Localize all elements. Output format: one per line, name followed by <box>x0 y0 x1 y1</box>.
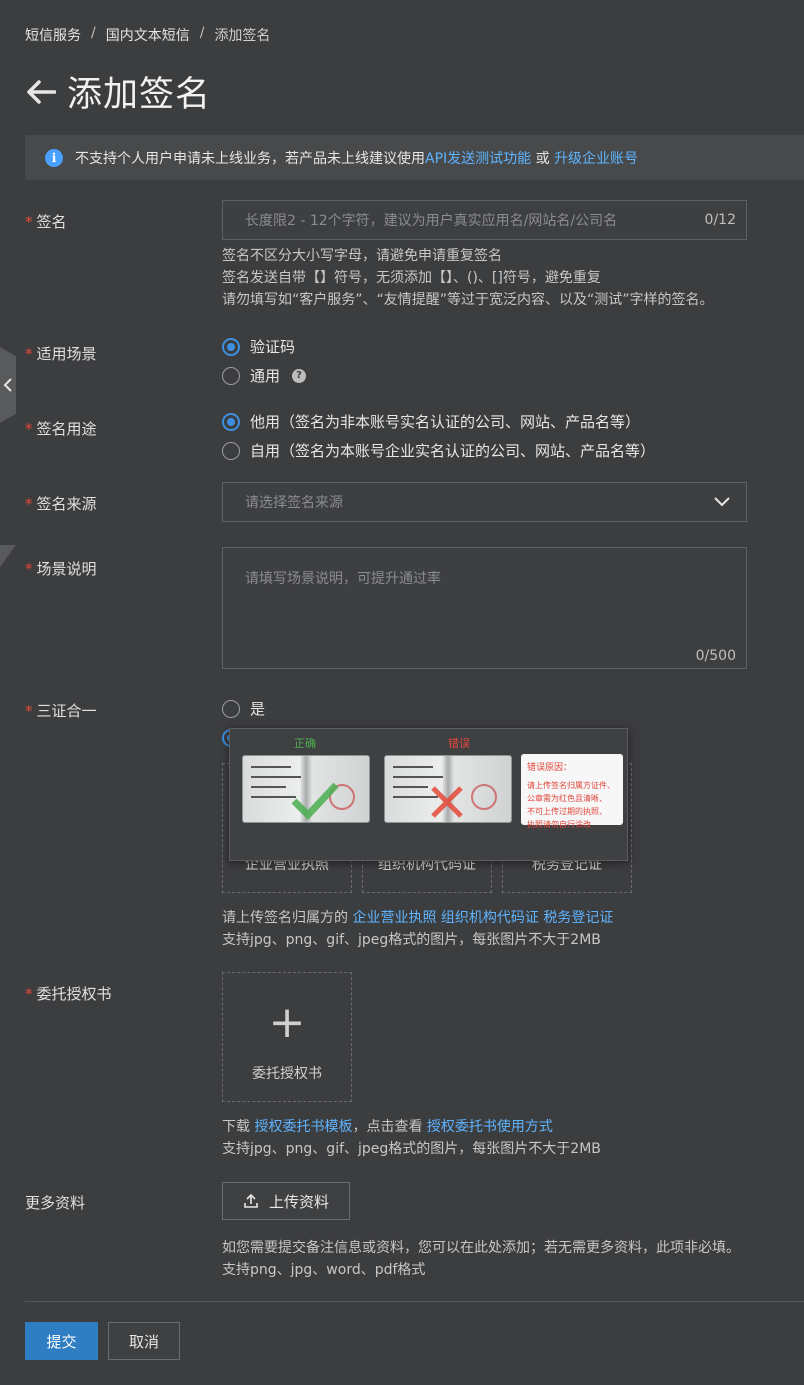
description-placeholder: 请填写场景说明，可提升通过率 <box>245 571 441 587</box>
cancel-button[interactable]: 取消 <box>108 1322 180 1360</box>
scene-label: * 适用场景 <box>25 345 97 363</box>
usage-option-self[interactable]: 自用（签名为本账号企业实名认证的公司、网站、产品名等） <box>222 436 655 465</box>
business-license-link[interactable]: 企业营业执照 <box>352 910 436 926</box>
authorization-hints: 下载 授权委托书模板，点击查看 授权委托书使用方式 支持jpg、png、gif、… <box>222 1116 601 1160</box>
breadcrumb-separator: / <box>199 25 205 41</box>
signature-placeholder: 长度限2 - 12个字符，建议为用户真实应用名/网站名/公司名 <box>245 213 618 229</box>
three-in-one-label: * 三证合一 <box>25 702 97 720</box>
usage-option-others[interactable]: 他用（签名为非本账号实名认证的公司、网站、产品名等） <box>222 407 655 436</box>
wrong-label: 错误 <box>448 737 470 750</box>
upload-materials-button[interactable]: 上传资料 <box>222 1182 350 1220</box>
chevron-left-icon <box>3 378 12 392</box>
breadcrumb-sms-service[interactable]: 短信服务 <box>25 25 81 45</box>
breadcrumb-domestic-text-sms[interactable]: 国内文本短信 <box>106 25 190 45</box>
submit-button[interactable]: 提交 <box>25 1322 98 1360</box>
cross-icon <box>431 786 463 818</box>
help-icon[interactable]: ? <box>292 368 307 383</box>
cert-upload-hints: 请上传签名归属方的 企业营业执照 组织机构代码证 税务登记证 支持jpg、png… <box>222 907 613 951</box>
three-in-one-radio: 是 <box>222 694 265 723</box>
error-reason-box: 错误原因： 请上传签名归属方证件、 公章需为红色且清晰、 不可上传过期的执照、 … <box>521 754 623 829</box>
radio-empty-icon <box>222 366 240 385</box>
page-header: 添加签名 <box>25 66 211 117</box>
signature-hint-3: 请勿填写如“客户服务”、“友情提醒”等过于宽泛内容、以及“测试”字样的签名。 <box>222 292 714 308</box>
source-placeholder: 请选择签名来源 <box>245 495 343 511</box>
description-label: * 场景说明 <box>25 560 97 578</box>
upgrade-enterprise-link[interactable]: 升级企业账号 <box>554 148 638 168</box>
example-popover: 正确 错误 错误原因： 请上传签名归属方证件、 公章需为红色且清晰、 不可上传过… <box>229 728 628 861</box>
side-collapse-tab[interactable] <box>0 347 16 423</box>
side-tab-decoration <box>0 545 16 567</box>
more-materials-hint-1: 如您需要提交备注信息或资料，您可以在此处添加；若无需更多资料，此项非必填。 <box>222 1240 740 1256</box>
notice-or: 或 <box>531 150 555 167</box>
source-field: 请选择签名来源 <box>222 482 747 522</box>
scene-radio-group: 验证码 通用? <box>222 332 307 390</box>
footer-divider <box>25 1301 804 1302</box>
signature-hints: 签名不区分大小写字母，请避免申请重复签名 签名发送自带【】符号，无须添加【】、(… <box>222 245 714 311</box>
usage-label: * 签名用途 <box>25 420 97 438</box>
source-label: * 签名来源 <box>25 495 97 513</box>
more-materials-hints: 如您需要提交备注信息或资料，您可以在此处添加；若无需更多资料，此项非必填。 支持… <box>222 1237 740 1281</box>
back-arrow-icon[interactable] <box>25 76 57 108</box>
signature-hint-1: 签名不区分大小写字母，请避免申请重复签名 <box>222 248 502 264</box>
chevron-down-icon <box>714 497 730 507</box>
org-code-cert-link[interactable]: 组织机构代码证 <box>441 910 539 926</box>
authorization-format-hint: 支持jpg、png、gif、jpeg格式的图片，每张图片不大于2MB <box>222 1141 601 1157</box>
description-char-count: 0/500 <box>695 648 736 664</box>
cert-upload-hint: 请上传签名归属方的 企业营业执照 组织机构代码证 税务登记证 <box>222 910 614 926</box>
description-field: 请填写场景说明，可提升通过率 0/500 <box>222 547 747 669</box>
three-in-one-option-yes[interactable]: 是 <box>222 694 265 723</box>
page-title: 添加签名 <box>67 75 212 115</box>
error-reason-title: 错误原因： <box>527 763 573 773</box>
source-select[interactable]: 请选择签名来源 <box>222 482 747 522</box>
signature-label: * 签名 <box>25 213 67 231</box>
more-materials-label: 更多资料 <box>25 1194 86 1212</box>
scene-option-general[interactable]: 通用? <box>222 361 307 390</box>
scene-option-verification[interactable]: 验证码 <box>222 332 306 361</box>
upload-authorization-letter[interactable]: + 委托授权书 <box>222 972 352 1102</box>
info-icon: i <box>45 148 63 167</box>
signature-input[interactable]: 长度限2 - 12个字符，建议为用户真实应用名/网站名/公司名 0/12 <box>222 200 747 240</box>
correct-label: 正确 <box>294 737 316 750</box>
notice-text: 不支持个人用户申请未上线业务，若产品未上线建议使用 <box>75 150 425 167</box>
authorization-download-hint: 下载 授权委托书模板，点击查看 授权委托书使用方式 <box>222 1119 553 1135</box>
radio-empty-icon <box>222 441 240 460</box>
signature-field: 长度限2 - 12个字符，建议为用户真实应用名/网站名/公司名 0/12 <box>222 200 747 240</box>
breadcrumb-separator: / <box>91 25 96 41</box>
check-icon <box>291 782 339 821</box>
authorization-label: * 委托授权书 <box>25 985 112 1003</box>
authorization-usage-link[interactable]: 授权委托书使用方式 <box>427 1119 553 1135</box>
breadcrumb-current: 添加签名 <box>214 28 271 44</box>
tax-cert-link[interactable]: 税务登记证 <box>543 910 613 926</box>
upload-icon <box>244 1193 258 1208</box>
description-textarea[interactable]: 请填写场景说明，可提升通过率 0/500 <box>222 547 747 669</box>
radio-selected-icon <box>222 412 240 431</box>
notice-banner: i 不支持个人用户申请未上线业务，若产品未上线建议使用 API发送测试功能 或 … <box>25 135 804 180</box>
signature-char-count: 0/12 <box>704 212 736 228</box>
plus-icon: + <box>268 997 306 1048</box>
radio-selected-icon <box>222 337 240 356</box>
breadcrumb: 短信服务 / 国内文本短信 / 添加签名 <box>25 25 270 45</box>
usage-radio-group: 他用（签名为非本账号实名认证的公司、网站、产品名等） 自用（签名为本账号企业实名… <box>222 407 655 465</box>
authorization-template-link[interactable]: 授权委托书模板 <box>254 1119 352 1135</box>
signature-hint-2: 签名发送自带【】符号，无须添加【】、()、[]符号，避免重复 <box>222 270 601 286</box>
cert-format-hint: 支持jpg、png、gif、jpeg格式的图片，每张图片不大于2MB <box>222 932 601 948</box>
more-materials-hint-2: 支持png、jpg、word、pdf格式 <box>222 1262 426 1278</box>
radio-empty-icon <box>222 699 240 718</box>
api-test-link[interactable]: API发送测试功能 <box>425 148 531 168</box>
